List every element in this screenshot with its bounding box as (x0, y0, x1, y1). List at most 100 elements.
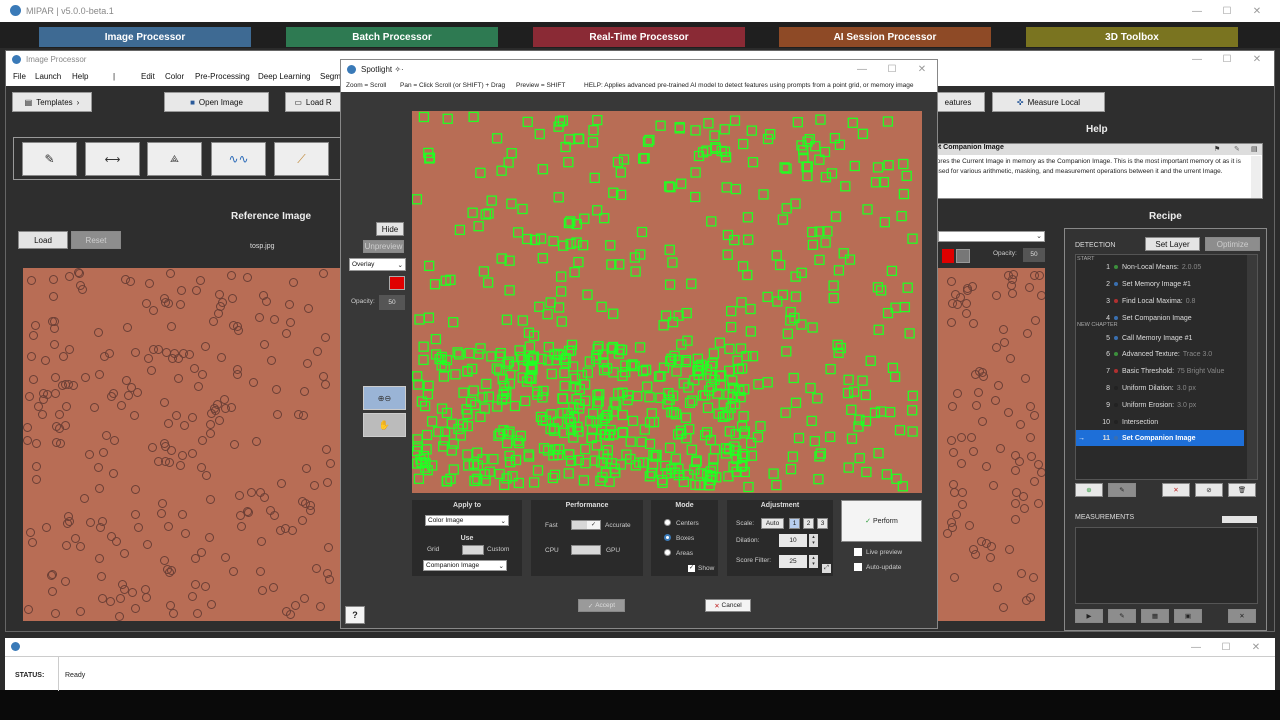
save-measure-button[interactable]: ▣ (1174, 609, 1202, 623)
dropper-tool[interactable]: ✎ (22, 142, 77, 176)
flag-icon[interactable]: ⚑ (1214, 145, 1220, 153)
maximize-icon[interactable]: ☐ (877, 60, 907, 78)
auto-update-checkbox[interactable] (854, 563, 862, 571)
pencil-icon[interactable]: ✎ (1234, 145, 1240, 153)
close-icon[interactable]: ✕ (1241, 638, 1271, 656)
clear-measure-button[interactable]: ✕ (1228, 609, 1256, 623)
recipe-scrollbar[interactable] (1247, 255, 1257, 479)
menu-edit[interactable]: Edit (141, 72, 155, 81)
measure-local-button[interactable]: ✜ Measure Local (992, 92, 1105, 112)
menu-file[interactable]: File (13, 72, 26, 81)
module-image-processor[interactable]: Image Processor (39, 27, 251, 47)
color-dropdown[interactable] (956, 249, 970, 263)
recipe-step[interactable]: 10 Intersection (1076, 414, 1244, 430)
load-button[interactable]: Load (18, 231, 68, 249)
module-batch-processor[interactable]: Batch Processor (286, 27, 498, 47)
recipe-step[interactable]: 4 Set Companion Image (1076, 310, 1244, 326)
profile-tool[interactable]: ∿∿ (211, 142, 266, 176)
load-recipe-button[interactable]: ▭ Load R (285, 92, 341, 112)
speed-toggle[interactable]: ✓ (571, 520, 601, 530)
optimize-button[interactable]: Optimize (1205, 237, 1260, 251)
help-button[interactable]: ? (345, 606, 365, 624)
unpreview-button[interactable]: Unpreview (363, 240, 404, 253)
set-layer-button[interactable]: Set Layer (1145, 237, 1200, 251)
measure-edit-button[interactable]: ✎ (1108, 609, 1136, 623)
menu-color[interactable]: Color (165, 72, 184, 81)
show-checkbox[interactable]: ✓ (688, 565, 695, 572)
trash-button[interactable]: 🗑 (1228, 483, 1256, 497)
menu-segmentation[interactable]: Segm (320, 72, 341, 81)
zoom-tool-button[interactable]: ⊕⊖ (363, 386, 406, 410)
scale-1-button[interactable]: 1 (789, 518, 800, 529)
angle-tool[interactable]: ⟁ (147, 142, 202, 176)
recipe-step[interactable]: 3 Find Local Maxima: 0.8 (1076, 293, 1244, 309)
maximize-icon[interactable]: ☐ (1212, 0, 1242, 22)
recipe-step[interactable]: 8 Uniform Dilation: 3.0 px (1076, 380, 1244, 396)
recipe-step[interactable]: 9 Uniform Erosion: 3.0 px (1076, 397, 1244, 413)
scale-2-button[interactable]: 2 (803, 518, 814, 529)
features-button[interactable]: eatures (931, 92, 985, 112)
recipe-step[interactable]: 11 Set Companion Image → (1076, 430, 1244, 446)
score-filter-stepper[interactable]: ▴ ▾ (809, 555, 818, 568)
disable-step-button[interactable]: ⊘ (1195, 483, 1223, 497)
overlay-dropdown[interactable]: Overlay ⌄ (349, 258, 406, 271)
boxes-radio[interactable] (664, 534, 671, 541)
dilation-stepper[interactable]: ▴ ▾ (809, 534, 818, 547)
add-step-button[interactable]: ⊕ (1075, 483, 1103, 497)
spot-opacity-input[interactable]: 50 (379, 295, 405, 310)
score-filter-input[interactable]: 25 (779, 555, 807, 568)
menu-launch[interactable]: Launch (35, 72, 61, 81)
minimize-icon[interactable]: — (1182, 51, 1212, 68)
help-scrollbar[interactable] (1251, 156, 1261, 198)
grid-custom-toggle[interactable] (462, 545, 484, 555)
delete-step-button[interactable]: ✕ (1162, 483, 1190, 497)
live-preview-checkbox[interactable] (854, 548, 862, 556)
module-ai-session-processor[interactable]: AI Session Processor (779, 27, 991, 47)
close-icon[interactable]: ✕ (1242, 0, 1272, 22)
measurements-list[interactable] (1075, 527, 1258, 604)
spotlight-preview-image[interactable] (412, 111, 922, 493)
table-button[interactable]: ▦ (1141, 609, 1169, 623)
close-icon[interactable]: ✕ (1242, 51, 1272, 68)
layer-dropdown[interactable]: ⌄ (938, 231, 1045, 242)
close-icon[interactable]: ✕ (907, 60, 937, 78)
overlay-color-swatch[interactable] (389, 276, 405, 290)
cancel-button[interactable]: ✕ Cancel (705, 599, 751, 612)
measurements-dropdown[interactable] (1222, 516, 1257, 523)
perform-button[interactable]: ✓ Perform (841, 500, 922, 542)
minimize-icon[interactable]: — (1181, 638, 1211, 656)
centers-radio[interactable] (664, 519, 671, 526)
recipe-step[interactable]: 2 Set Memory Image #1 (1076, 276, 1244, 292)
templates-button[interactable]: ▤ Templates › (12, 92, 92, 112)
reference-image[interactable] (23, 268, 345, 621)
expand-icon[interactable]: ⤢ (822, 564, 831, 573)
maximize-icon[interactable]: ☐ (1211, 638, 1241, 656)
brush-tool[interactable]: ⟋ (274, 142, 329, 176)
document-icon[interactable]: ▤ (1251, 145, 1258, 153)
accept-button[interactable]: ✓ Accept (578, 599, 625, 612)
recipe-list[interactable]: START NEW CHAPTER 1 Non-Local Means: 2.0.0… (1075, 254, 1258, 480)
scale-auto-button[interactable]: Auto (761, 518, 784, 529)
module-real-time-processor[interactable]: Real-Time Processor (533, 27, 745, 47)
module-3d-toolbox[interactable]: 3D Toolbox (1026, 27, 1238, 47)
overlay-color-swatch[interactable] (942, 249, 954, 263)
run-button[interactable]: ▶ (1075, 609, 1103, 623)
pan-tool-button[interactable]: ✋ (363, 413, 406, 437)
apply-to-dropdown[interactable]: Color Image ⌄ (425, 515, 509, 526)
open-image-button[interactable]: ■ Open Image (164, 92, 269, 112)
recipe-step[interactable]: 1 Non-Local Means: 2.0.05 (1076, 259, 1244, 275)
recipe-step[interactable]: 6 Advanced Texture: Trace 3.0 (1076, 346, 1244, 362)
current-image[interactable] (938, 268, 1045, 621)
dilation-input[interactable]: 10 (779, 534, 807, 547)
recipe-step[interactable]: 5 Call Memory Image #1 (1076, 330, 1244, 346)
menu-pre-processing[interactable]: Pre-Processing (195, 72, 250, 81)
minimize-icon[interactable]: — (847, 60, 877, 78)
scale-3-button[interactable]: 3 (817, 518, 828, 529)
recipe-step[interactable]: 7 Basic Threshold: 75 Bright Value (1076, 363, 1244, 379)
maximize-icon[interactable]: ☐ (1212, 51, 1242, 68)
reset-button[interactable]: Reset (71, 231, 121, 249)
measure-line-tool[interactable]: ⟷ (85, 142, 140, 176)
edit-step-button[interactable]: ✎ (1108, 483, 1136, 497)
use-dropdown[interactable]: Companion Image ⌄ (423, 560, 507, 571)
hide-button[interactable]: Hide (376, 222, 404, 236)
